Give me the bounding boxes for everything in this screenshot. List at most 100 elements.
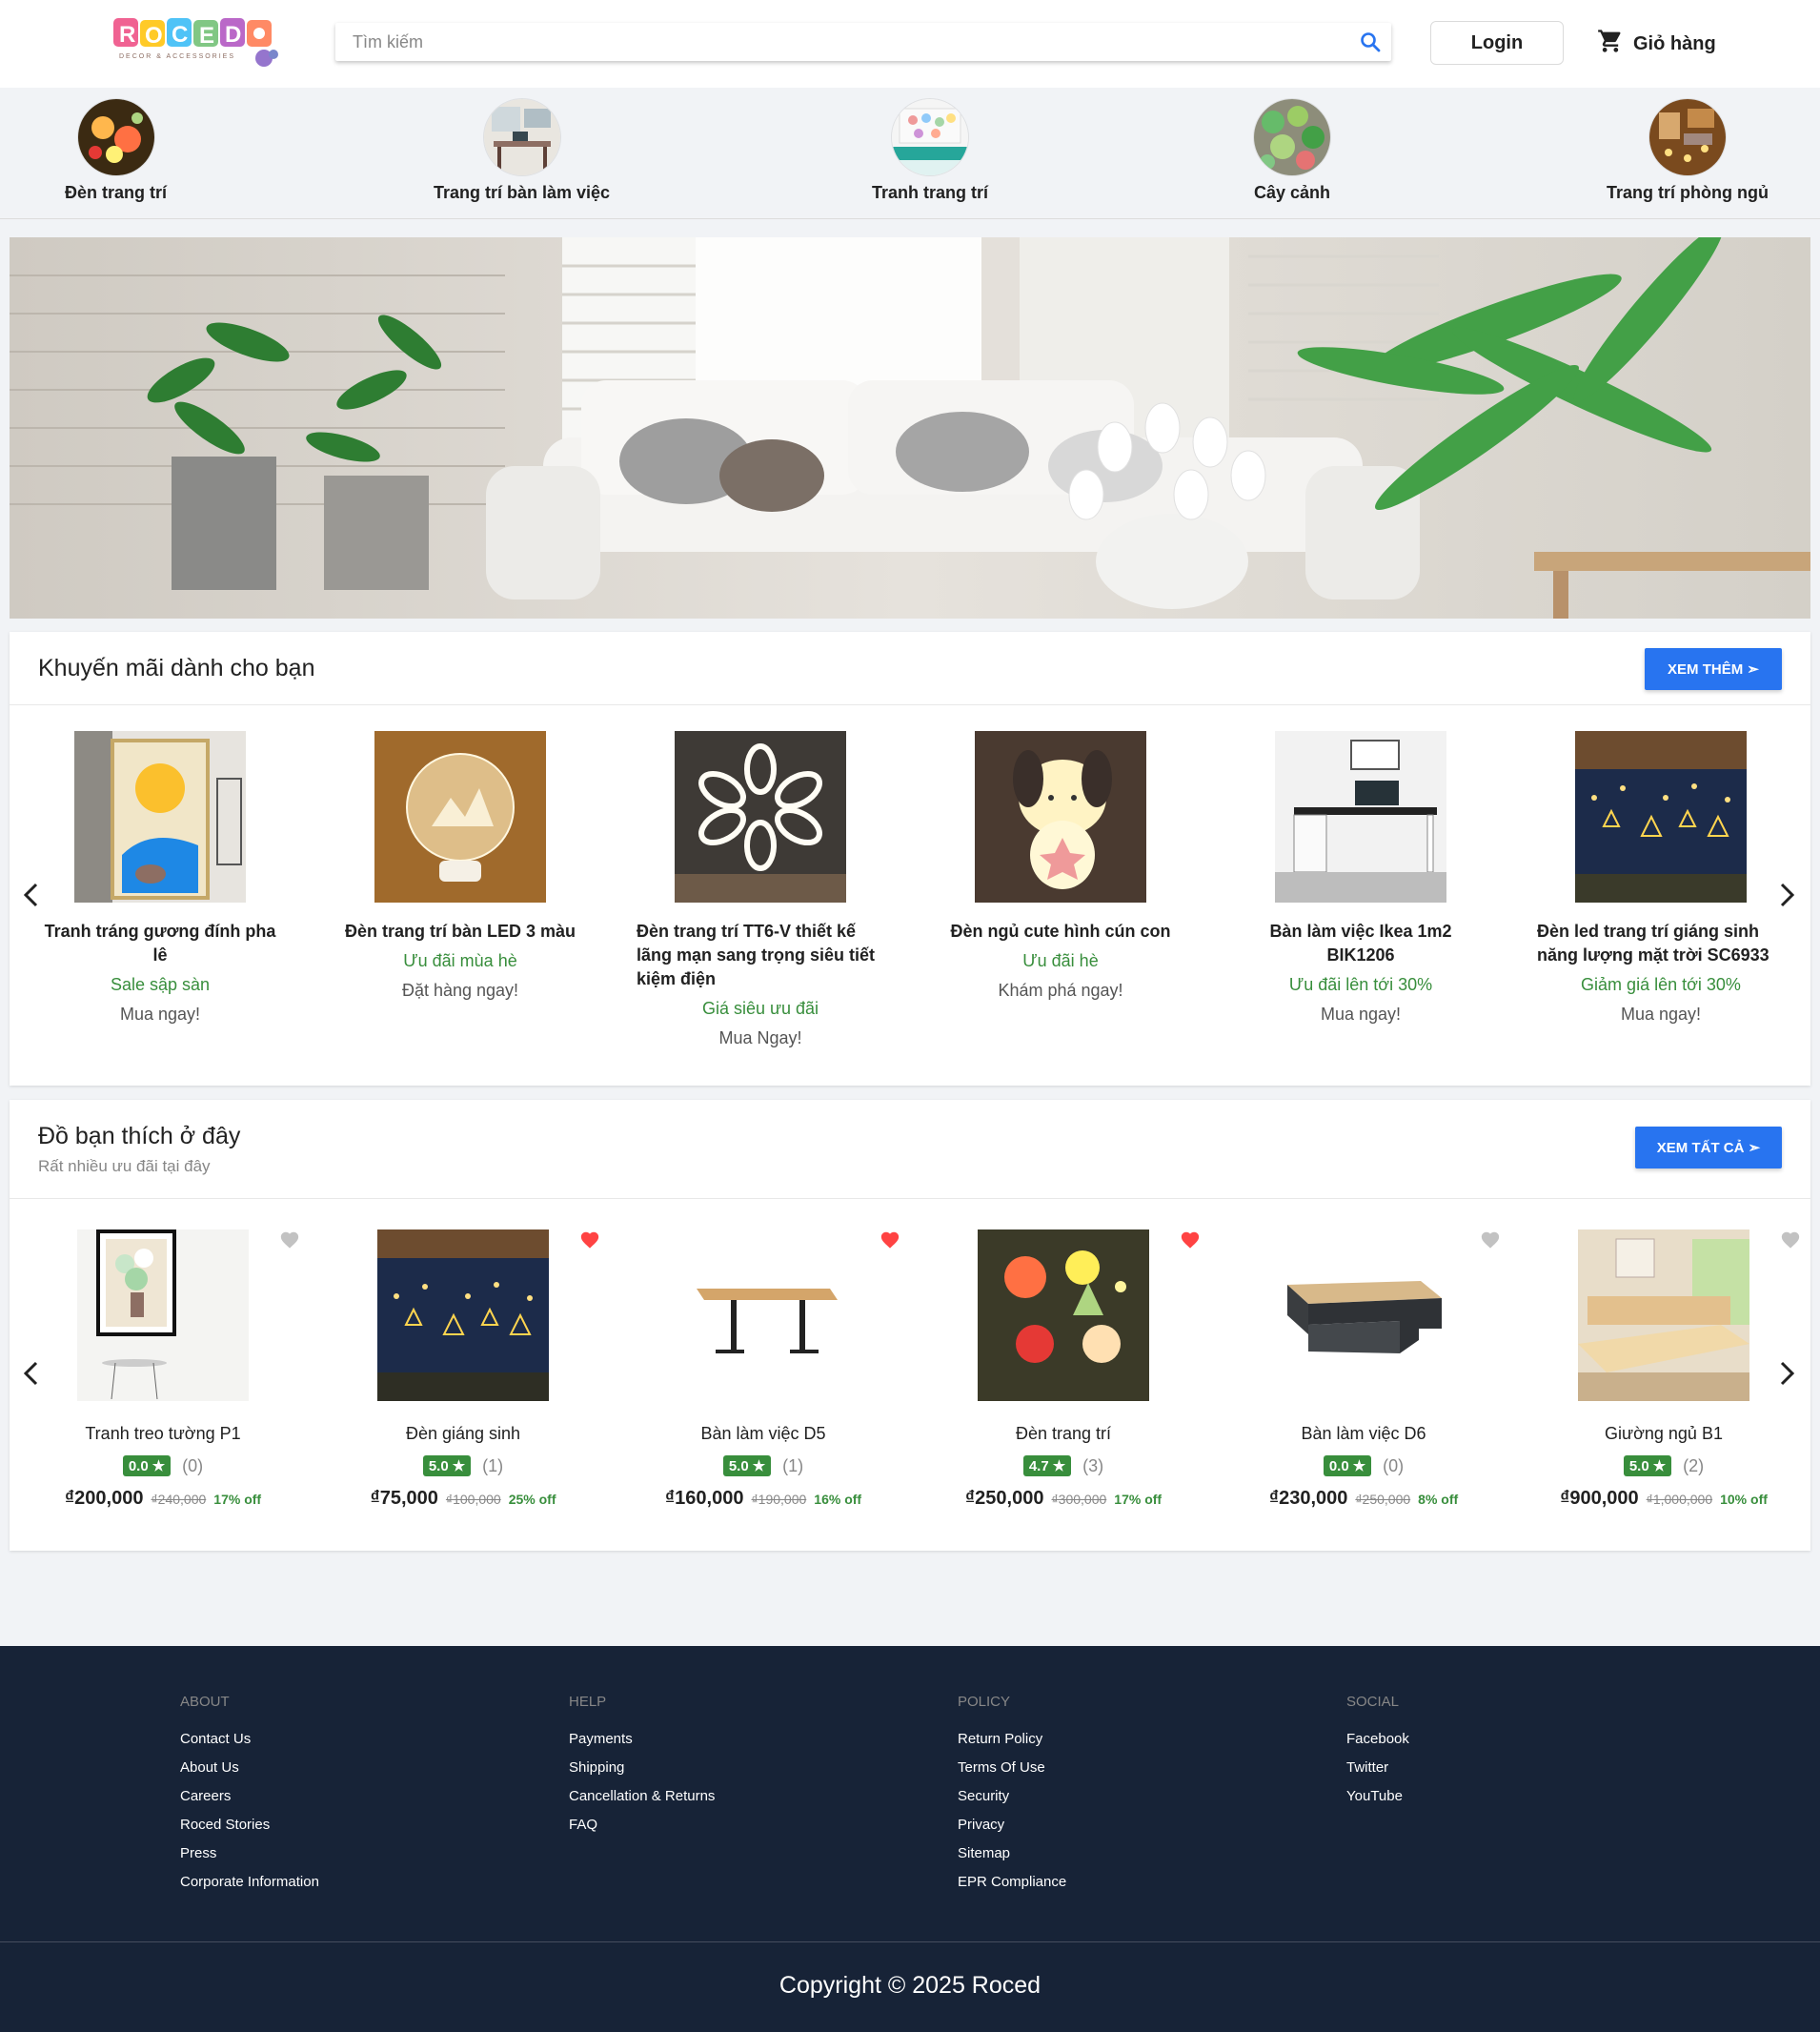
rating-count: (1) xyxy=(782,1455,804,1475)
search-icon[interactable] xyxy=(1355,27,1385,57)
rating-badge: 5.0 ★ xyxy=(1623,1455,1672,1476)
category-item[interactable]: Đèn trang trí xyxy=(65,99,167,203)
promo-item[interactable]: Tranh tráng gương đính pha lê Sale sập s… xyxy=(36,731,284,1025)
original-price: ₫190,000 xyxy=(751,1492,807,1507)
product-image xyxy=(978,1229,1149,1401)
product-image xyxy=(1275,731,1446,903)
promo-item[interactable]: Đèn led trang trí giáng sinh năng lượng … xyxy=(1537,731,1785,1025)
category-label: Đèn trang trí xyxy=(65,183,168,202)
logo[interactable]: R O C E D DECOR & ACCESSORIES xyxy=(111,16,285,71)
promo-name: Bàn làm việc Ikea 1m2 BIK1206 xyxy=(1269,922,1452,965)
footer-link[interactable]: Sitemap xyxy=(958,1845,1066,1862)
footer-link[interactable]: Contact Us xyxy=(180,1731,319,1748)
view-all-button[interactable]: XEM TẤT CẢ ➣ xyxy=(1635,1127,1782,1168)
copyright: Copyright © 2025 Roced xyxy=(779,1972,1041,1999)
footer-column-help: HELP Payments Shipping Cancellation & Re… xyxy=(569,1694,715,1845)
favorites-section: Đồ bạn thích ở đây Rất nhiều ưu đãi tại … xyxy=(10,1100,1810,1551)
category-item[interactable]: Cây cảnh xyxy=(1254,99,1330,203)
promo-cta: Mua ngay! xyxy=(1620,1005,1702,1024)
rating-count: (2) xyxy=(1683,1455,1705,1475)
heart-icon[interactable] xyxy=(579,1229,600,1250)
product-card[interactable]: Giường ngủ B1 5.0 ★ (2) ₫900,000 ₫1,000,0… xyxy=(1521,1229,1807,1510)
promo-item[interactable]: Đèn trang trí bàn LED 3 màu Ưu đãi mùa h… xyxy=(336,731,584,1001)
price: ₫75,000 xyxy=(370,1488,438,1509)
footer-link[interactable]: Shipping xyxy=(569,1759,715,1777)
login-button[interactable]: Login xyxy=(1430,21,1564,65)
heart-icon[interactable] xyxy=(279,1229,300,1250)
promo-name: Đèn trang trí TT6-V thiết kế lãng mạn sa… xyxy=(637,922,876,988)
star-icon: ★ xyxy=(1652,1458,1667,1474)
price: ₫200,000 xyxy=(64,1488,144,1509)
category-item[interactable]: Tranh trang trí xyxy=(872,99,988,203)
promo-item[interactable]: Đèn trang trí TT6-V thiết kế lãng mạn sa… xyxy=(637,731,884,1048)
product-image xyxy=(975,731,1146,903)
product-name: Đèn trang trí xyxy=(1015,1424,1112,1443)
view-more-button[interactable]: XEM THÊM ➣ xyxy=(1645,648,1782,690)
category-item[interactable]: Trang trí phòng ngủ xyxy=(1607,99,1769,203)
footer-link[interactable]: FAQ xyxy=(569,1817,715,1834)
footer-link[interactable]: Payments xyxy=(569,1731,715,1748)
footer-link[interactable]: Cancellation & Returns xyxy=(569,1788,715,1805)
star-icon: ★ xyxy=(152,1458,166,1474)
price: ₫230,000 xyxy=(1268,1488,1348,1509)
category-image xyxy=(77,99,154,175)
promo-item[interactable]: Bàn làm việc Ikea 1m2 BIK1206 Ưu đãi lên… xyxy=(1237,731,1485,1025)
price-row: ₫900,000 ₫1,000,000 10% off xyxy=(1560,1488,1768,1510)
category-label: Cây cảnh xyxy=(1254,183,1331,202)
heart-icon[interactable] xyxy=(1480,1229,1501,1250)
header: R O C E D DECOR & ACCESSORIES Login Giỏ … xyxy=(0,0,1820,88)
footer-link[interactable]: Careers xyxy=(180,1788,319,1805)
footer-link[interactable]: About Us xyxy=(180,1759,319,1777)
star-icon: ★ xyxy=(1352,1458,1366,1474)
promo-cta: Đặt hàng ngay! xyxy=(401,981,519,1000)
footer-heading: POLICY xyxy=(958,1694,1011,1710)
footer-link[interactable]: Terms Of Use xyxy=(958,1759,1066,1777)
footer-link[interactable]: Facebook xyxy=(1346,1731,1409,1748)
cart-link[interactable]: Giỏ hàng xyxy=(1597,27,1716,61)
heart-icon[interactable] xyxy=(1780,1229,1801,1250)
svg-text:E: E xyxy=(199,23,214,49)
footer-heading: HELP xyxy=(569,1694,607,1710)
footer-link[interactable]: Twitter xyxy=(1346,1759,1409,1777)
hero-banner[interactable] xyxy=(10,237,1810,619)
product-card[interactable]: Tranh treo tường P1 0.0 ★ (0) ₫200,000 ₫2… xyxy=(20,1229,306,1510)
footer-link[interactable]: Roced Stories xyxy=(180,1817,319,1834)
original-price: ₫240,000 xyxy=(151,1492,207,1507)
footer-link[interactable]: EPR Compliance xyxy=(958,1874,1066,1891)
category-item[interactable]: Trang trí bàn làm việc xyxy=(434,99,610,203)
rating-row: 0.0 ★ (0) xyxy=(122,1455,203,1476)
product-card[interactable]: Bàn làm việc D5 5.0 ★ (1) ₫160,000 ₫190,0… xyxy=(620,1229,906,1510)
footer-link[interactable]: YouTube xyxy=(1346,1788,1409,1805)
heart-icon[interactable] xyxy=(880,1229,900,1250)
footer-column-social: SOCIAL Facebook Twitter YouTube xyxy=(1346,1694,1409,1817)
promo-offer: Ưu đãi hè xyxy=(1022,951,1099,970)
search-bar xyxy=(335,23,1391,61)
footer-link[interactable]: Security xyxy=(958,1788,1066,1805)
rating-badge: 4.7 ★ xyxy=(1022,1455,1072,1476)
footer: ABOUT Contact Us About Us Careers Roced … xyxy=(0,1646,1820,2032)
svg-text:R: R xyxy=(119,22,135,48)
discount: 8% off xyxy=(1418,1492,1459,1507)
cart-icon xyxy=(1597,28,1624,60)
product-image xyxy=(77,1229,249,1401)
footer-link[interactable]: Return Policy xyxy=(958,1731,1066,1748)
search-input[interactable] xyxy=(335,23,1345,61)
product-card[interactable]: Đèn giáng sinh 5.0 ★ (1) ₫75,000 ₫100,000… xyxy=(320,1229,606,1510)
favorites-subtitle: Rất nhiều ưu đãi tại đây xyxy=(38,1157,211,1175)
favorites-header: Đồ bạn thích ở đây Rất nhiều ưu đãi tại … xyxy=(10,1100,1810,1199)
favorites-title: Đồ bạn thích ở đây xyxy=(38,1123,241,1149)
rating-badge: 5.0 ★ xyxy=(722,1455,772,1476)
promo-item[interactable]: Đèn ngủ cute hình cún con Ưu đãi hè Khám… xyxy=(937,731,1184,1001)
promo-name: Tranh tráng gương đính pha lê xyxy=(44,922,276,965)
product-image xyxy=(1278,1229,1449,1401)
heart-icon[interactable] xyxy=(1180,1229,1201,1250)
product-card[interactable]: Bàn làm việc D6 0.0 ★ (0) ₫230,000 ₫250,0… xyxy=(1221,1229,1507,1510)
star-icon: ★ xyxy=(1052,1458,1066,1474)
category-image xyxy=(892,99,968,175)
product-card[interactable]: Đèn trang trí 4.7 ★ (3) ₫250,000 ₫300,000… xyxy=(920,1229,1206,1510)
price: ₫250,000 xyxy=(964,1488,1044,1509)
footer-link[interactable]: Privacy xyxy=(958,1817,1066,1834)
footer-link[interactable]: Press xyxy=(180,1845,319,1862)
product-image xyxy=(675,731,846,903)
footer-link[interactable]: Corporate Information xyxy=(180,1874,319,1891)
